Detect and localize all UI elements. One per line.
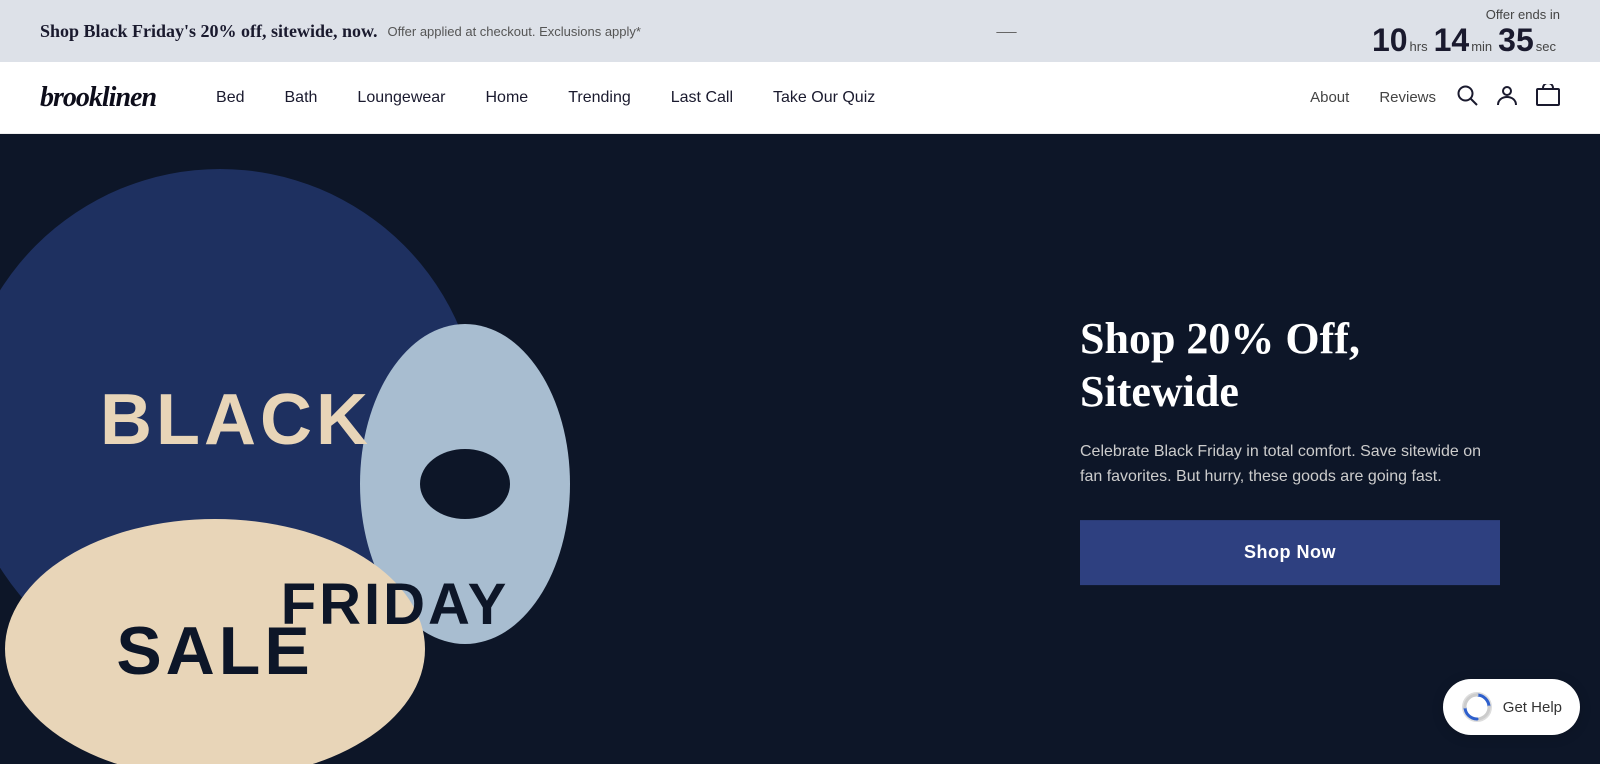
hero-title: Shop 20% Off, Sitewide <box>1080 313 1500 419</box>
countdown-timer: 10hrs 14min 35sec <box>1372 24 1560 56</box>
hero-description: Celebrate Black Friday in total comfort.… <box>1080 439 1500 490</box>
announcement-separator: — <box>996 20 1016 43</box>
countdown-minutes: 14 <box>1434 24 1470 56</box>
cart-icon[interactable] <box>1536 84 1560 112</box>
nav-secondary: About Reviews <box>1310 89 1436 106</box>
hero-section: BLACK FRIDAY SALE Shop 20% Off, Sitewide… <box>0 134 1600 764</box>
announcement-left: Shop Black Friday's 20% off, sitewide, n… <box>40 21 641 42</box>
get-help-label: Get Help <box>1503 699 1562 716</box>
nav-item-reviews[interactable]: Reviews <box>1379 89 1436 106</box>
hours-unit: hrs <box>1410 39 1428 54</box>
search-icon[interactable] <box>1456 84 1478 112</box>
navbar: brooklinen Bed Bath Loungewear Home Tren… <box>0 62 1600 134</box>
nav-item-last-call[interactable]: Last Call <box>671 89 733 107</box>
announcement-countdown: Offer ends in 10hrs 14min 35sec <box>1372 7 1560 56</box>
nav-item-home[interactable]: Home <box>486 89 529 107</box>
nav-item-trending[interactable]: Trending <box>568 89 631 107</box>
nav-item-bed[interactable]: Bed <box>216 89 244 107</box>
svg-text:SALE: SALE <box>116 613 313 689</box>
hero-graphics: BLACK FRIDAY SALE <box>0 134 900 764</box>
announcement-bar: Shop Black Friday's 20% off, sitewide, n… <box>0 0 1600 62</box>
announcement-main-text: Shop Black Friday's 20% off, sitewide, n… <box>40 21 378 42</box>
nav-item-about[interactable]: About <box>1310 89 1349 106</box>
get-help-icon <box>1461 691 1493 723</box>
countdown-hours: 10 <box>1372 24 1408 56</box>
minutes-unit: min <box>1471 39 1492 54</box>
offer-ends-label: Offer ends in <box>1372 7 1560 22</box>
seconds-unit: sec <box>1536 39 1556 54</box>
svg-text:BLACK: BLACK <box>100 380 372 460</box>
nav-main: Bed Bath Loungewear Home Trending Last C… <box>216 89 1280 107</box>
logo[interactable]: brooklinen <box>40 82 156 114</box>
nav-item-quiz[interactable]: Take Our Quiz <box>773 89 875 107</box>
svg-text:FRIDAY: FRIDAY <box>281 572 510 637</box>
account-icon[interactable] <box>1496 84 1518 112</box>
get-help-button[interactable]: Get Help <box>1443 679 1580 735</box>
hero-content: Shop 20% Off, Sitewide Celebrate Black F… <box>1080 313 1500 585</box>
shop-now-button[interactable]: Shop Now <box>1080 520 1500 585</box>
nav-icons <box>1456 84 1560 112</box>
nav-item-bath[interactable]: Bath <box>285 89 318 107</box>
nav-item-loungewear[interactable]: Loungewear <box>357 89 445 107</box>
countdown-seconds: 35 <box>1498 24 1534 56</box>
announcement-sub-text: Offer applied at checkout. Exclusions ap… <box>388 24 641 39</box>
